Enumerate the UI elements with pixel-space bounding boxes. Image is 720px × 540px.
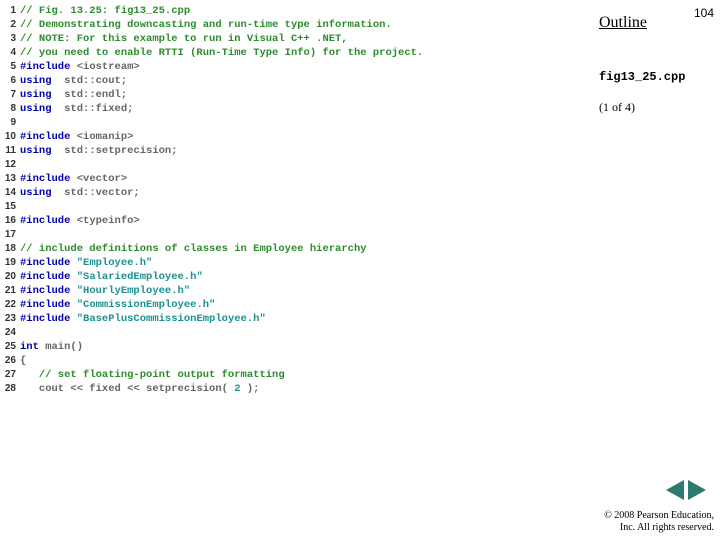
copyright-line2: Inc. All rights reserved. (620, 522, 714, 533)
code-text: // include definitions of classes in Emp… (20, 242, 367, 256)
code-line: 5#include <iostream> (0, 60, 595, 74)
line-number: 26 (0, 354, 20, 368)
code-text: using std::vector; (20, 186, 140, 200)
outline-heading: Outline (599, 14, 647, 32)
code-line: 26{ (0, 354, 595, 368)
line-number: 9 (0, 116, 20, 130)
code-line: 25int main() (0, 340, 595, 354)
code-text: #include "SalariedEmployee.h" (20, 270, 203, 284)
line-number: 11 (0, 144, 20, 158)
code-line: 2// Demonstrating downcasting and run-ti… (0, 18, 595, 32)
code-line: 20#include "SalariedEmployee.h" (0, 270, 595, 284)
code-text: { (20, 354, 26, 368)
code-line: 27 // set floating-point output formatti… (0, 368, 595, 382)
code-text: // Demonstrating downcasting and run-tim… (20, 18, 392, 32)
nav-controls (666, 480, 706, 500)
line-number: 4 (0, 46, 20, 60)
code-line: 8using std::fixed; (0, 102, 595, 116)
code-text: #include <iomanip> (20, 130, 133, 144)
line-number: 25 (0, 340, 20, 354)
code-line: 6using std::cout; (0, 74, 595, 88)
line-number: 8 (0, 102, 20, 116)
code-text: cout << fixed << setprecision( 2 ); (20, 382, 259, 396)
line-number: 23 (0, 312, 20, 326)
prev-icon[interactable] (666, 480, 684, 500)
code-text: // you need to enable RTTI (Run-Time Typ… (20, 46, 423, 60)
line-number: 22 (0, 298, 20, 312)
code-line: 28 cout << fixed << setprecision( 2 ); (0, 382, 595, 396)
code-line: 12 (0, 158, 595, 172)
line-number: 12 (0, 158, 20, 172)
code-line: 21#include "HourlyEmployee.h" (0, 284, 595, 298)
code-text (20, 228, 26, 242)
code-text: using std::cout; (20, 74, 127, 88)
code-line: 16#include <typeinfo> (0, 214, 595, 228)
code-line: 3// NOTE: For this example to run in Vis… (0, 32, 595, 46)
line-number: 5 (0, 60, 20, 74)
code-text: // NOTE: For this example to run in Visu… (20, 32, 348, 46)
code-line: 19#include "Employee.h" (0, 256, 595, 270)
line-number: 13 (0, 172, 20, 186)
code-text (20, 200, 26, 214)
code-line: 13#include <vector> (0, 172, 595, 186)
line-number: 15 (0, 200, 20, 214)
code-line: 4// you need to enable RTTI (Run-Time Ty… (0, 46, 595, 60)
line-number: 16 (0, 214, 20, 228)
code-listing: 1// Fig. 13.25: fig13_25.cpp2// Demonstr… (0, 0, 595, 396)
code-text (20, 326, 26, 340)
code-text: #include "CommissionEmployee.h" (20, 298, 215, 312)
line-number: 24 (0, 326, 20, 340)
line-number: 19 (0, 256, 20, 270)
code-text (20, 116, 26, 130)
code-text: using std::endl; (20, 88, 127, 102)
copyright-line1: © 2008 Pearson Education, (604, 510, 714, 521)
line-number: 18 (0, 242, 20, 256)
code-text: #include "HourlyEmployee.h" (20, 284, 190, 298)
code-text: // Fig. 13.25: fig13_25.cpp (20, 4, 190, 18)
line-number: 2 (0, 18, 20, 32)
line-number: 7 (0, 88, 20, 102)
line-number: 20 (0, 270, 20, 284)
sidebar: 104 Outline fig13_25.cpp (1 of 4) © 2008… (595, 0, 720, 540)
line-number: 17 (0, 228, 20, 242)
line-number: 6 (0, 74, 20, 88)
code-line: 9 (0, 116, 595, 130)
code-text: #include <vector> (20, 172, 127, 186)
code-text (20, 158, 26, 172)
code-line: 22#include "CommissionEmployee.h" (0, 298, 595, 312)
page-number: 104 (694, 6, 714, 20)
copyright: © 2008 Pearson Education, Inc. All right… (604, 510, 714, 534)
code-line: 10#include <iomanip> (0, 130, 595, 144)
code-text: using std::setprecision; (20, 144, 178, 158)
code-text: #include "BasePlusCommissionEmployee.h" (20, 312, 266, 326)
code-line: 15 (0, 200, 595, 214)
line-number: 14 (0, 186, 20, 200)
page-range: (1 of 4) (599, 100, 635, 115)
code-line: 17 (0, 228, 595, 242)
code-line: 24 (0, 326, 595, 340)
code-text: #include "Employee.h" (20, 256, 152, 270)
source-filename: fig13_25.cpp (599, 70, 685, 84)
code-line: 1// Fig. 13.25: fig13_25.cpp (0, 4, 595, 18)
code-text: #include <iostream> (20, 60, 140, 74)
line-number: 10 (0, 130, 20, 144)
code-line: 23#include "BasePlusCommissionEmployee.h… (0, 312, 595, 326)
code-text: // set floating-point output formatting (20, 368, 285, 382)
code-text: int main() (20, 340, 83, 354)
line-number: 3 (0, 32, 20, 46)
code-line: 14using std::vector; (0, 186, 595, 200)
code-text: #include <typeinfo> (20, 214, 140, 228)
line-number: 21 (0, 284, 20, 298)
next-icon[interactable] (688, 480, 706, 500)
code-line: 7using std::endl; (0, 88, 595, 102)
code-text: using std::fixed; (20, 102, 133, 116)
line-number: 1 (0, 4, 20, 18)
code-line: 11using std::setprecision; (0, 144, 595, 158)
code-line: 18// include definitions of classes in E… (0, 242, 595, 256)
line-number: 27 (0, 368, 20, 382)
line-number: 28 (0, 382, 20, 396)
